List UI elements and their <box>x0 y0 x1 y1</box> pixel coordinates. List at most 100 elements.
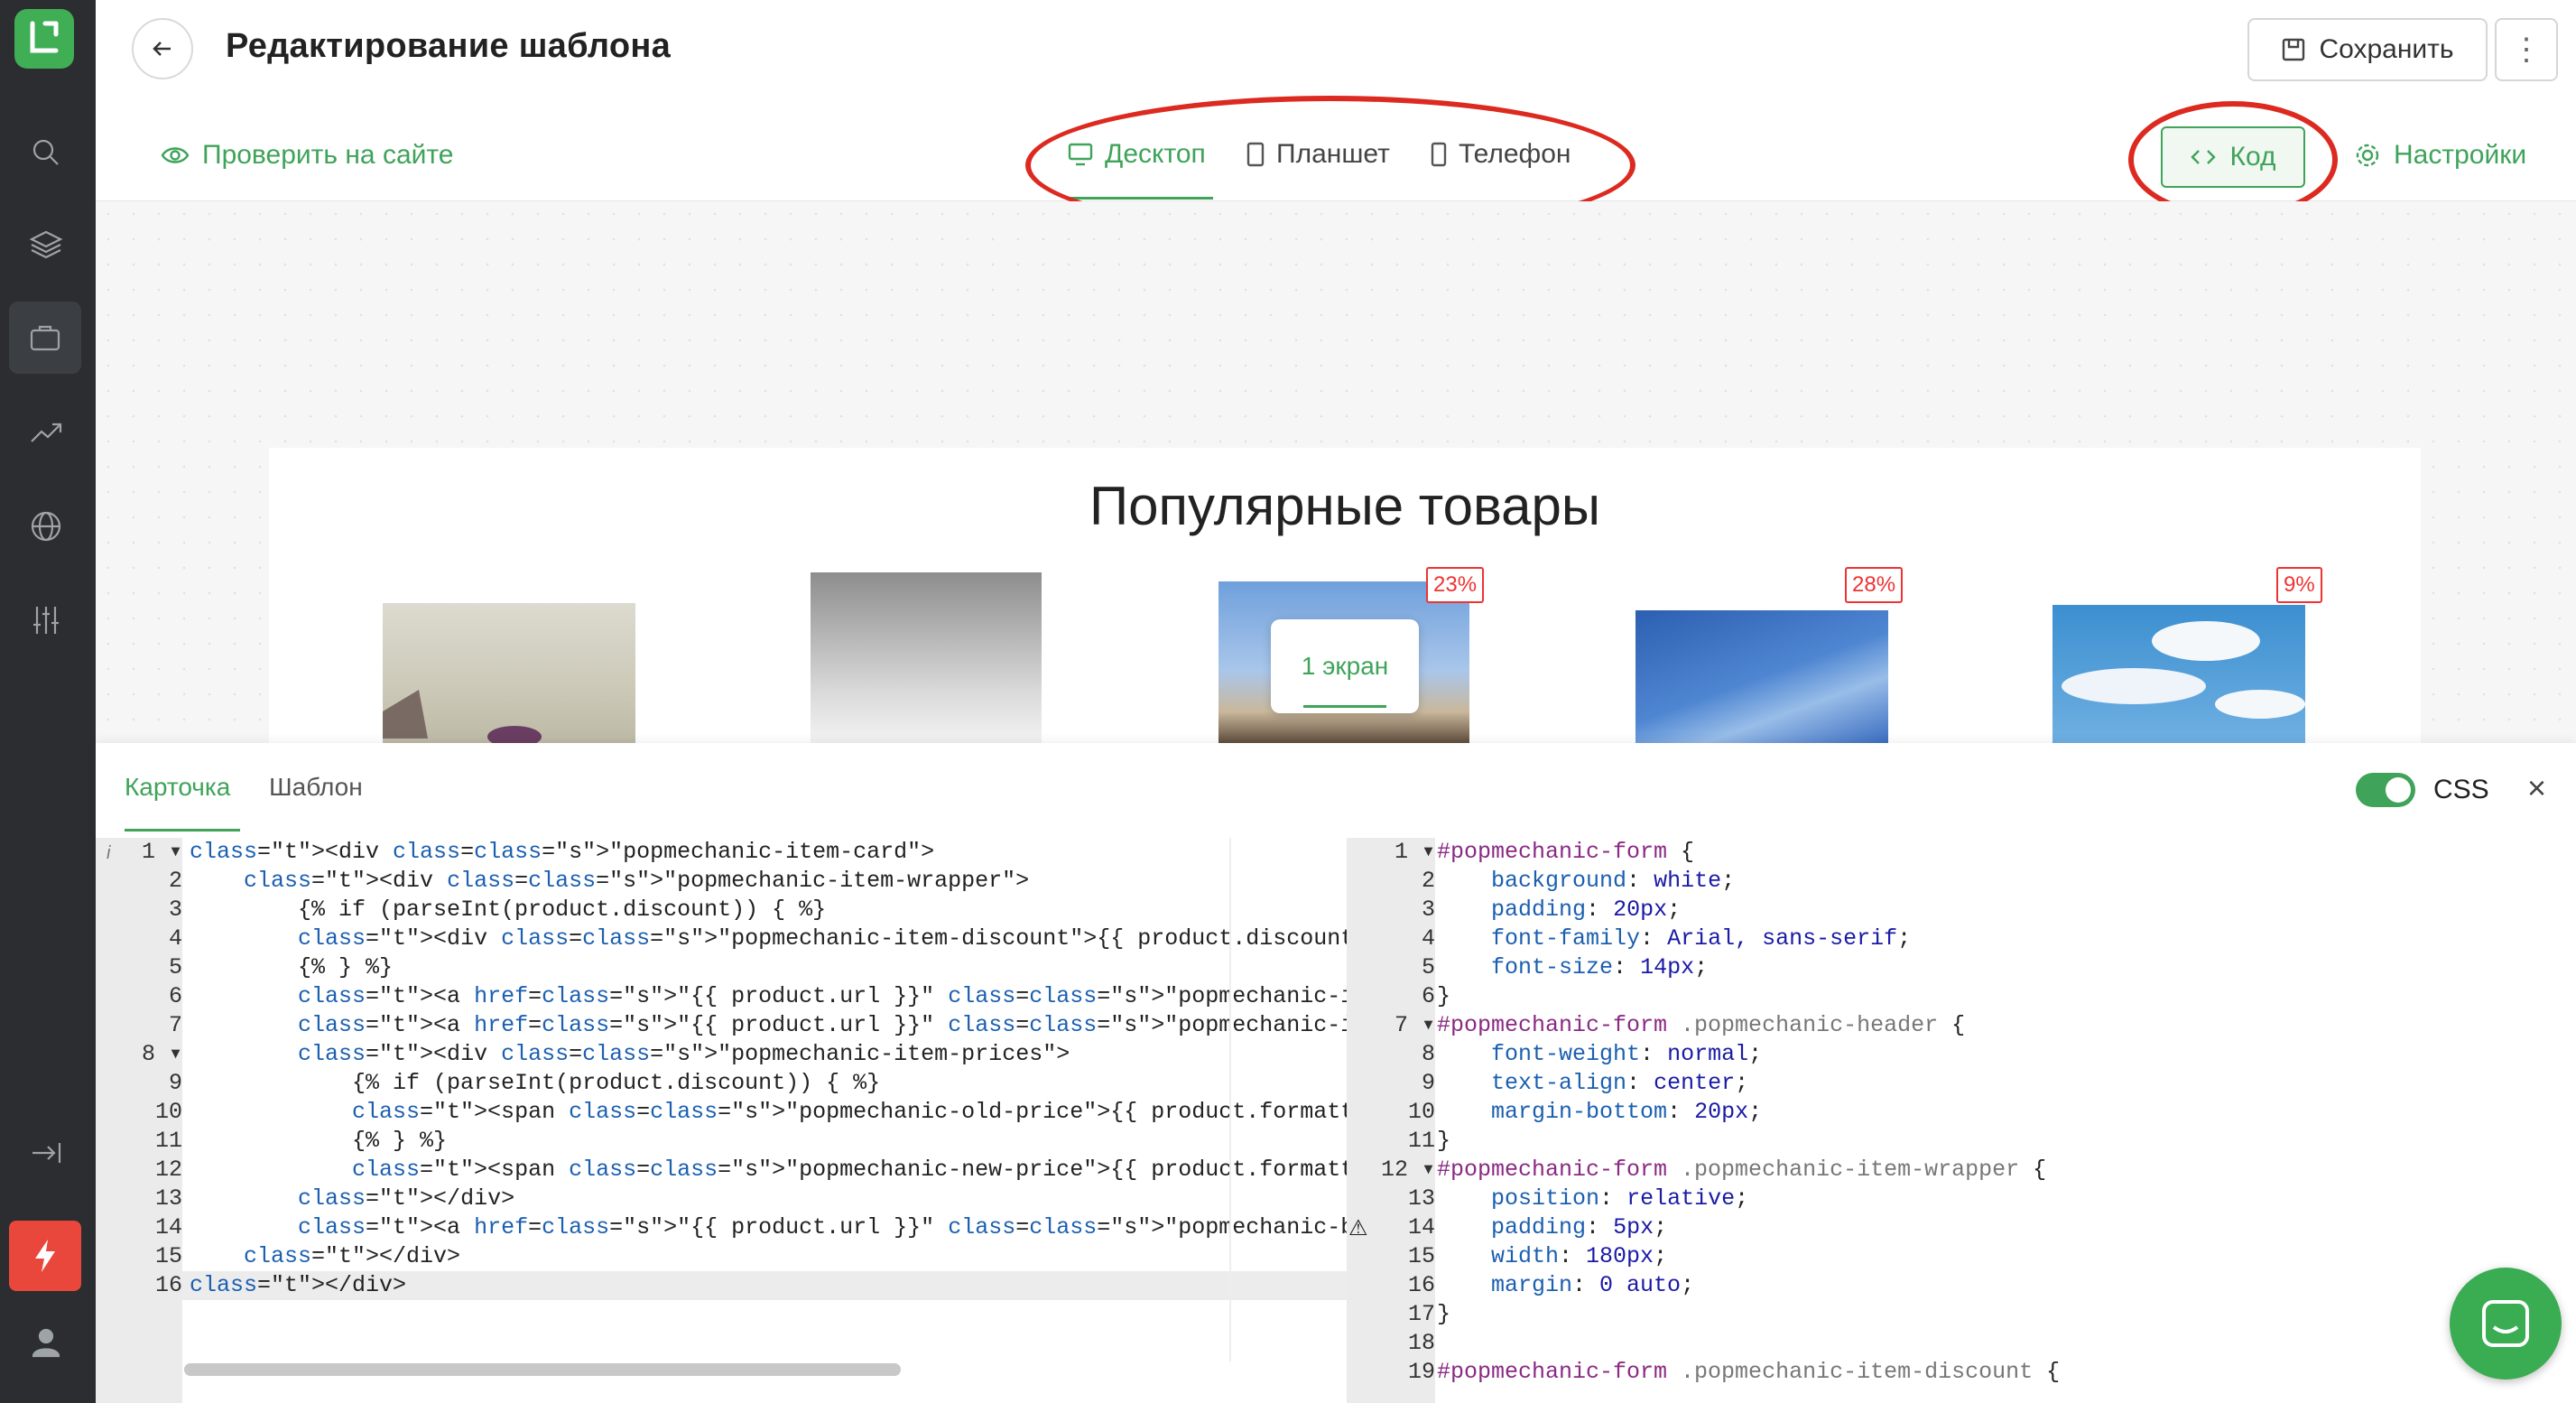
code-line[interactable]: {% } %} <box>190 1127 1347 1156</box>
tab-card[interactable]: Карточка <box>125 773 230 802</box>
horizontal-scrollbar[interactable] <box>184 1363 901 1376</box>
save-button[interactable]: Сохранить <box>2247 18 2488 81</box>
css-toggle-label: CSS <box>2433 775 2489 804</box>
code-line[interactable]: font-family: Arial, sans-serif; <box>1437 924 2060 953</box>
line-number: 12 <box>154 1157 182 1183</box>
eye-icon <box>161 147 190 163</box>
code-line[interactable]: width: 180px; <box>1437 1242 2060 1271</box>
line-number: 6 <box>168 983 182 1009</box>
line-number: 19 <box>1407 1359 1435 1385</box>
code-line[interactable]: position: relative; <box>1437 1185 2060 1213</box>
code-line[interactable]: class="t"><div class=class="s">"popmecha… <box>190 1040 1347 1069</box>
line-number: 1 ▾ <box>1394 839 1435 865</box>
code-line[interactable]: {% } %} <box>190 953 1347 982</box>
code-line[interactable]: class="t"><div class=class="s">"popmecha… <box>190 838 1347 867</box>
settings-link[interactable]: Настройки <box>2354 140 2526 171</box>
line-number: 2 <box>168 868 182 894</box>
product-image[interactable] <box>2052 605 2305 744</box>
html-code[interactable]: class="t"><div class=class="s">"popmecha… <box>190 838 1347 1300</box>
code-line[interactable]: class="t"><div class=class="s">"popmecha… <box>190 924 1347 953</box>
line-number: 13 <box>1407 1185 1435 1212</box>
check-on-site-label: Проверить на сайте <box>202 140 454 170</box>
code-line[interactable]: font-weight: normal; <box>1437 1040 2060 1069</box>
user-icon[interactable] <box>22 1318 70 1367</box>
html-line-numbers: 1 ▾ 2 3 4 5 6 7 8 ▾ 9 10 11 12 13 14 15 16 <box>96 838 182 1403</box>
screen-marker-label: 1 экран <box>1301 652 1389 680</box>
code-line[interactable]: font-size: 14px; <box>1437 953 2060 982</box>
code-line[interactable]: {% if (parseInt(product.discount)) { %} <box>190 896 1347 924</box>
code-line[interactable]: class="t"><a href=class="s">"{{ product.… <box>190 1011 1347 1040</box>
code-line[interactable]: background: white; <box>1437 867 2060 896</box>
line-number: 16 <box>1407 1272 1435 1298</box>
screen-marker[interactable]: 1 экран <box>1271 619 1419 713</box>
line-number: 11 <box>154 1128 182 1154</box>
layers-icon[interactable] <box>22 220 70 269</box>
line-number: 3 <box>1421 897 1435 923</box>
code-line[interactable]: class="t"></div> <box>190 1242 1347 1271</box>
discount-badge: 23% <box>1426 567 1485 603</box>
line-number: 15 <box>1407 1243 1435 1269</box>
sliders-icon[interactable] <box>22 596 70 645</box>
code-line[interactable]: #popmechanic-form { <box>1437 838 2060 867</box>
line-number: 14 <box>154 1214 182 1240</box>
editor-divider <box>1229 838 1231 1361</box>
more-options-button[interactable]: ⋮ <box>2495 18 2558 81</box>
code-line[interactable]: } <box>1437 1300 2060 1329</box>
back-button[interactable] <box>132 18 193 79</box>
product-image[interactable] <box>811 572 1042 744</box>
search-icon[interactable] <box>22 128 70 177</box>
code-line[interactable]: margin: 0 auto; <box>1437 1271 2060 1300</box>
discount-badge: 9% <box>2276 567 2322 603</box>
product-image[interactable] <box>1635 610 1888 744</box>
code-line[interactable]: class="t"><a href=class="s">"{{ product.… <box>190 1213 1347 1242</box>
line-number: 16 <box>154 1272 182 1298</box>
code-line[interactable]: padding: 5px; <box>1437 1213 2060 1242</box>
save-label: Сохранить <box>2319 34 2454 64</box>
line-number: 15 <box>154 1243 182 1269</box>
arrow-left-icon <box>153 42 171 56</box>
chat-button[interactable] <box>2450 1268 2562 1380</box>
code-line[interactable]: class="t"></div> <box>190 1271 1347 1300</box>
code-line[interactable]: } <box>1437 982 2060 1011</box>
briefcase-icon[interactable] <box>9 302 81 374</box>
code-line[interactable]: class="t"><span class=class="s">"popmech… <box>190 1098 1347 1127</box>
app-logo[interactable] <box>14 9 74 69</box>
code-line[interactable]: {% if (parseInt(product.discount)) { %} <box>190 1069 1347 1098</box>
line-number: 4 <box>168 925 182 952</box>
product-image[interactable] <box>383 603 635 744</box>
sidebar <box>0 0 96 1403</box>
code-line[interactable]: margin-bottom: 20px; <box>1437 1098 2060 1127</box>
line-number: 12 ▾ <box>1380 1157 1435 1183</box>
info-icon: i <box>107 843 111 863</box>
line-number: 7 <box>168 1012 182 1038</box>
trending-icon[interactable] <box>22 408 70 457</box>
css-toggle[interactable] <box>2356 773 2415 807</box>
line-number: 18 <box>1407 1330 1435 1356</box>
code-line[interactable]: class="t"><span class=class="s">"popmech… <box>190 1156 1347 1185</box>
code-line[interactable]: #popmechanic-form .popmechanic-item-wrap… <box>1437 1156 2060 1185</box>
code-line[interactable]: padding: 20px; <box>1437 896 2060 924</box>
line-number: 6 <box>1421 983 1435 1009</box>
line-number: 9 <box>168 1070 182 1096</box>
css-editor[interactable]: 1 ▾ 2 3 4 5 6 7 ▾ 8 9 10 11 12 ▾ 13 14 15 1… <box>1347 838 2479 1403</box>
code-line[interactable]: class="t"><div class=class="s">"popmecha… <box>190 867 1347 896</box>
code-line[interactable] <box>1437 1329 2060 1358</box>
globe-icon[interactable] <box>22 502 70 551</box>
css-code[interactable]: #popmechanic-form { background: white; p… <box>1437 838 2060 1387</box>
logout-icon[interactable] <box>22 1129 70 1177</box>
tab-template[interactable]: Шаблон <box>269 773 363 802</box>
code-line[interactable]: class="t"></div> <box>190 1185 1347 1213</box>
html-editor[interactable]: 1 ▾ 2 3 4 5 6 7 8 ▾ 9 10 11 12 13 14 15 16… <box>96 838 1347 1403</box>
check-on-site-link[interactable]: Проверить на сайте <box>161 140 453 171</box>
flash-icon[interactable] <box>9 1221 81 1291</box>
code-line[interactable]: #popmechanic-form .popmechanic-header { <box>1437 1011 2060 1040</box>
close-icon[interactable]: × <box>2527 769 2546 807</box>
code-line[interactable]: text-align: center; <box>1437 1069 2060 1098</box>
code-line[interactable]: class="t"><a href=class="s">"{{ product.… <box>190 982 1347 1011</box>
code-line[interactable]: } <box>1437 1127 2060 1156</box>
code-line[interactable]: #popmechanic-form .popmechanic-item-disc… <box>1437 1358 2060 1387</box>
warning-icon: ⚠ <box>1348 1216 1368 1240</box>
line-number: 4 <box>1421 925 1435 952</box>
save-icon <box>2283 38 2305 61</box>
line-number: 5 <box>168 954 182 980</box>
